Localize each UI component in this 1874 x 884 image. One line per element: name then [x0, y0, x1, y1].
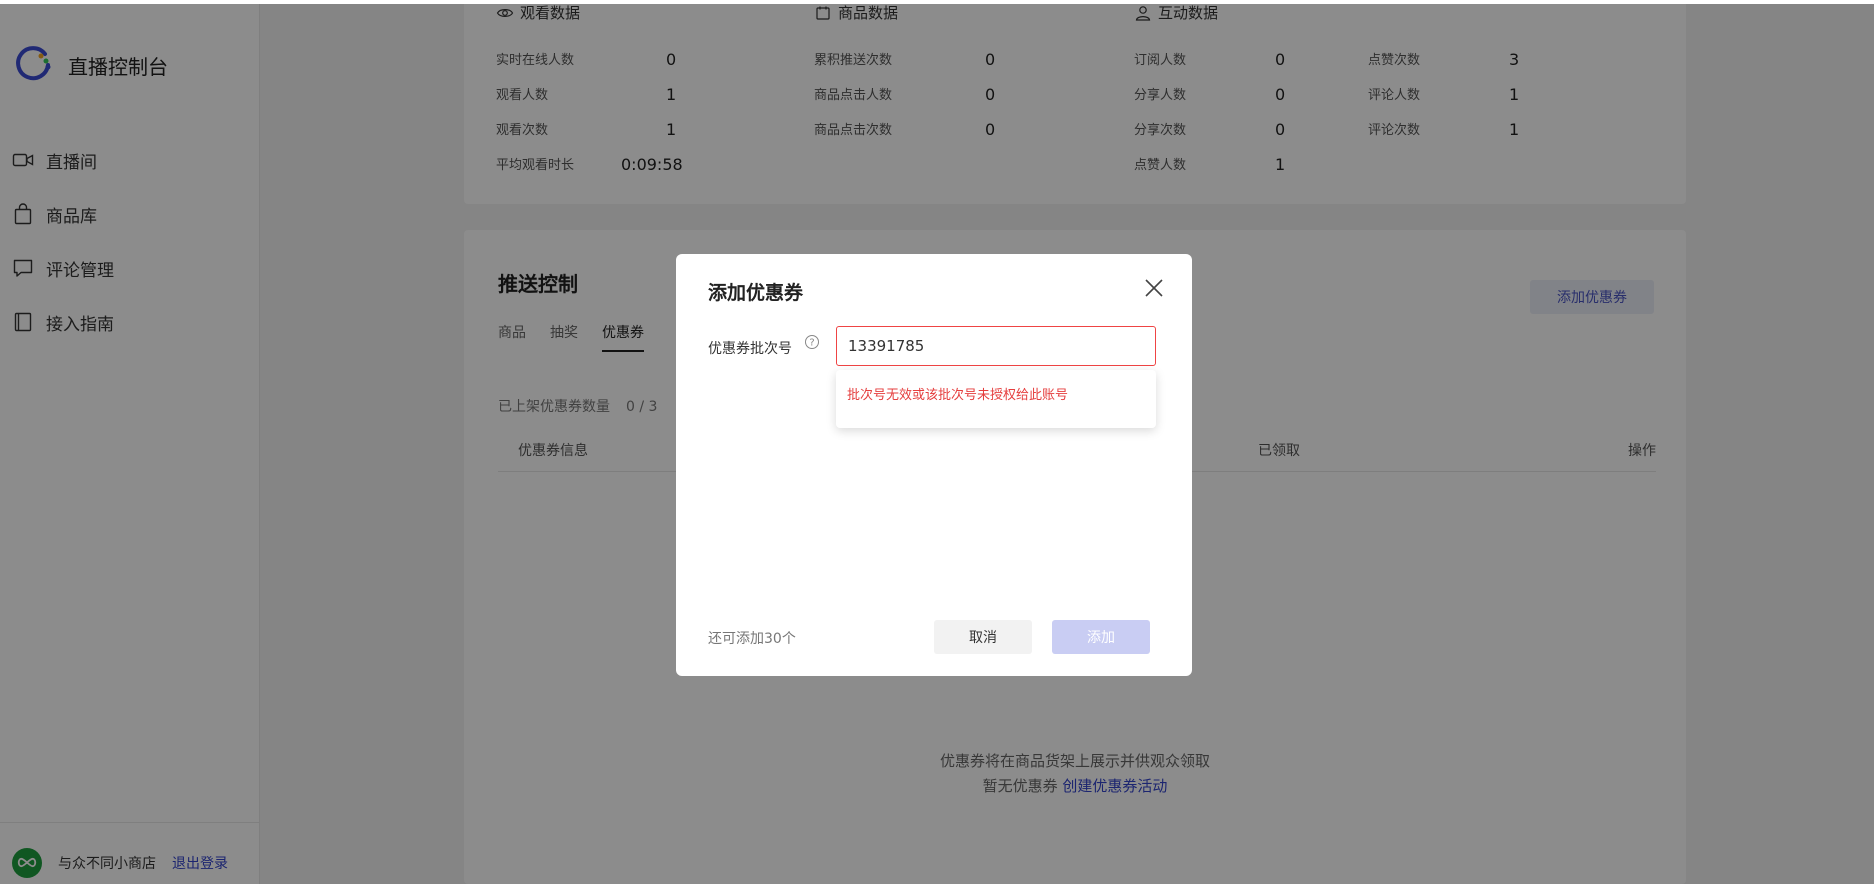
cancel-button[interactable]: 取消 [934, 620, 1032, 654]
close-icon[interactable] [1142, 276, 1166, 300]
help-icon[interactable]: ? [804, 334, 820, 350]
top-edge [0, 0, 1874, 4]
error-message: 批次号无效或该批次号未授权给此账号 [847, 388, 1069, 403]
svg-text:?: ? [809, 338, 814, 349]
dialog-title: 添加优惠券 [708, 282, 804, 304]
batch-number-label: 优惠券批次号 [708, 341, 792, 357]
add-coupon-dialog: 添加优惠券 优惠券批次号 ? 批次号无效或该批次号未授权给此账号 还可添加30个… [676, 254, 1192, 676]
batch-number-input[interactable] [836, 326, 1156, 366]
error-popover: 批次号无效或该批次号未授权给此账号 [836, 370, 1156, 428]
add-button[interactable]: 添加 [1052, 620, 1150, 654]
remaining-count: 还可添加30个 [708, 631, 796, 647]
